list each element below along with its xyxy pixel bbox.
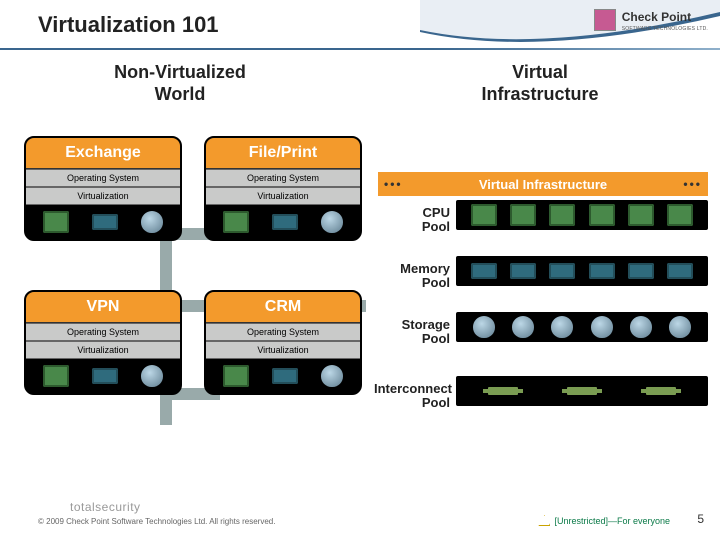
col-head-right: Virtual Infrastructure	[360, 62, 720, 105]
memory-icon	[510, 263, 536, 279]
memory-icon	[667, 263, 693, 279]
disk-icon	[321, 211, 343, 233]
memory-icon	[92, 214, 118, 230]
cpu-icon	[471, 204, 497, 226]
cpu-icon	[510, 204, 536, 226]
stack-hardware	[26, 359, 180, 393]
disk-icon	[141, 365, 163, 387]
stack-virt: Virtualization	[26, 187, 180, 205]
cpu-icon	[589, 204, 615, 226]
pool-label-cpu: CPU Pool	[374, 206, 450, 235]
disk-icon	[141, 211, 163, 233]
brand-mark-icon	[594, 9, 616, 31]
col-head-left: Non-Virtualized World	[0, 62, 360, 105]
nic-icon	[567, 387, 597, 395]
memory-icon	[471, 263, 497, 279]
cpu-icon	[667, 204, 693, 226]
memory-icon	[272, 214, 298, 230]
stack-os: Operating System	[206, 323, 360, 341]
stack-fileprint: File/Print Operating System Virtualizati…	[204, 136, 362, 241]
vi-band-label: Virtual Infrastructure	[479, 177, 607, 192]
stack-os: Operating System	[26, 323, 180, 341]
memory-icon	[628, 263, 654, 279]
header: Virtualization 101 Check Point SOFTWARE …	[0, 0, 720, 54]
cpu-icon	[43, 365, 69, 387]
pool-bar-cpu	[456, 200, 708, 230]
warning-triangle-icon	[538, 515, 550, 526]
stack-hardware	[206, 359, 360, 393]
pool-bar-interconnect	[456, 376, 708, 406]
footer-classification: [Unrestricted]—For everyone	[538, 515, 670, 526]
nic-icon	[646, 387, 676, 395]
stack-exchange: Exchange Operating System Virtualization	[24, 136, 182, 241]
pool-label-storage: Storage Pool	[374, 318, 450, 347]
header-rule	[0, 48, 720, 50]
stack-title: Exchange	[26, 138, 180, 169]
cpu-icon	[223, 365, 249, 387]
disk-icon	[473, 316, 495, 338]
brand-name: Check Point	[622, 10, 691, 24]
stack-virt: Virtualization	[26, 341, 180, 359]
brand-logo: Check Point SOFTWARE TECHNOLOGIES LTD.	[594, 8, 708, 32]
stack-virt: Virtualization	[206, 341, 360, 359]
footer-copyright: © 2009 Check Point Software Technologies…	[38, 517, 275, 526]
brand-text: Check Point SOFTWARE TECHNOLOGIES LTD.	[622, 8, 708, 32]
memory-icon	[272, 368, 298, 384]
classification-text: [Unrestricted]—For everyone	[554, 516, 670, 526]
stack-virt: Virtualization	[206, 187, 360, 205]
stack-title: CRM	[206, 292, 360, 323]
stack-os: Operating System	[206, 169, 360, 187]
column-headers: Non-Virtualized World Virtual Infrastruc…	[0, 62, 720, 105]
pool-label-memory: Memory Pool	[374, 262, 450, 291]
disk-icon	[551, 316, 573, 338]
cpu-icon	[43, 211, 69, 233]
stack-hardware	[206, 205, 360, 239]
pool-bar-memory	[456, 256, 708, 286]
stack-os: Operating System	[26, 169, 180, 187]
memory-icon	[589, 263, 615, 279]
slide-number: 5	[697, 512, 704, 526]
nic-icon	[488, 387, 518, 395]
pool-label-interconnect: Interconnect Pool	[374, 382, 450, 411]
stack-title: File/Print	[206, 138, 360, 169]
stack-crm: CRM Operating System Virtualization	[204, 290, 362, 395]
stack-hardware	[26, 205, 180, 239]
vi-band: Virtual Infrastructure	[378, 172, 708, 196]
diagram-stage: Exchange Operating System Virtualization…	[18, 120, 702, 480]
brand-sub: SOFTWARE TECHNOLOGIES LTD.	[622, 26, 708, 32]
cpu-icon	[549, 204, 575, 226]
cpu-icon	[628, 204, 654, 226]
memory-icon	[92, 368, 118, 384]
stack-title: VPN	[26, 292, 180, 323]
memory-icon	[549, 263, 575, 279]
footer-logo: totalsecurity	[70, 500, 141, 514]
pool-bar-storage	[456, 312, 708, 342]
disk-icon	[321, 365, 343, 387]
stack-vpn: VPN Operating System Virtualization	[24, 290, 182, 395]
slide-title: Virtualization 101	[38, 12, 219, 38]
disk-icon	[630, 316, 652, 338]
cpu-icon	[223, 211, 249, 233]
footer: totalsecurity © 2009 Check Point Softwar…	[0, 500, 720, 540]
disk-icon	[512, 316, 534, 338]
disk-icon	[669, 316, 691, 338]
disk-icon	[591, 316, 613, 338]
